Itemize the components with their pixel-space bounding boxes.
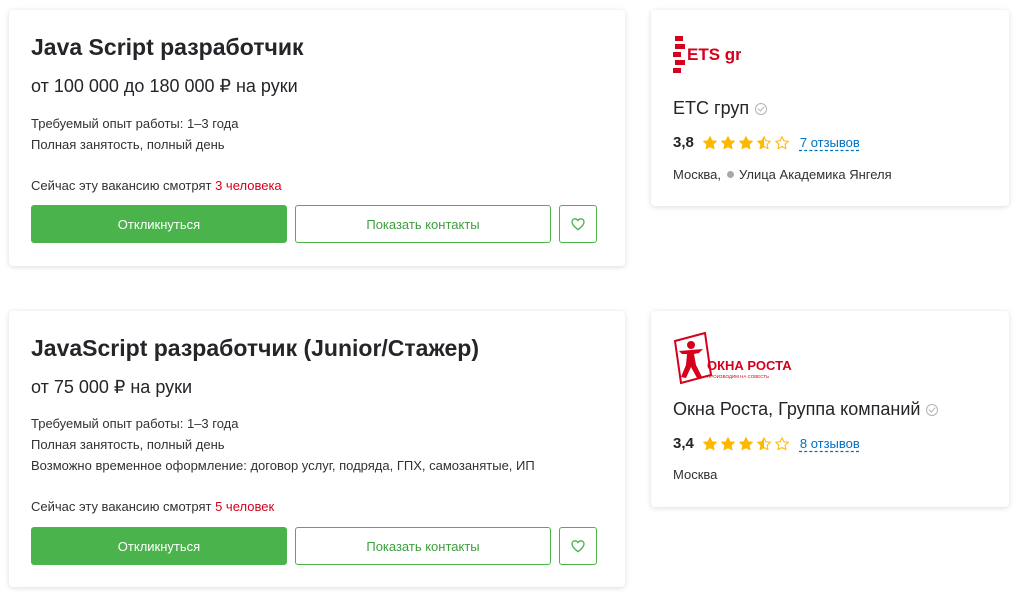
city-text: Москва, [673, 167, 721, 182]
star-full-icon [702, 135, 717, 149]
reviews-link[interactable]: 7 отзывов [800, 135, 860, 150]
star-half-icon [756, 436, 771, 450]
employment-text: Полная занятость, полный день [31, 437, 225, 452]
company-location: Москва, Улица Академика Янгеля [673, 167, 892, 182]
star-full-icon [738, 135, 753, 149]
ets-logo-icon: ETS group [673, 36, 773, 73]
apply-button[interactable]: Откликнуться [31, 527, 287, 565]
company-logo[interactable]: ОКНА РОСТА ПРОИЗВОДИМ НА СОВЕСТЬ [671, 329, 795, 392]
favorite-button[interactable] [559, 205, 597, 243]
rating-value: 3,4 [673, 435, 694, 452]
metro-text: Улица Академика Янгеля [739, 167, 892, 182]
company-rating: 3,4 8 отзывов [673, 435, 860, 452]
watching-prefix: Сейчас эту вакансию смотрят [31, 178, 216, 193]
company-rating: 3,8 7 отзывов [673, 134, 860, 151]
company-name[interactable]: Окна Роста, Группа компаний [673, 399, 939, 420]
heart-icon [571, 218, 585, 231]
watching-prefix: Сейчас эту вакансию смотрят [31, 499, 216, 514]
rating-value: 3,8 [673, 134, 694, 151]
star-full-icon [738, 436, 753, 450]
watching-count: 5 человек [215, 499, 275, 514]
star-empty-icon [774, 436, 789, 450]
vacancy-card: JavaScript разработчик (Junior/Стажер) о… [9, 311, 625, 587]
company-name-text[interactable]: ЕТС груп [673, 98, 749, 119]
okna-rosta-logo-icon: ОКНА РОСТА ПРОИЗВОДИМ НА СОВЕСТЬ [673, 331, 792, 385]
experience-text: Требуемый опыт работы: 1–3 года [31, 416, 239, 431]
logo-text: ОКНА РОСТА [707, 358, 792, 373]
star-half-icon [756, 135, 771, 149]
employment-text: Полная занятость, полный день [31, 137, 225, 152]
star-full-icon [720, 436, 735, 450]
star-full-icon [702, 436, 717, 450]
experience-text: Требуемый опыт работы: 1–3 года [31, 116, 239, 131]
employer-card: ОКНА РОСТА ПРОИЗВОДИМ НА СОВЕСТЬ Окна Ро… [651, 311, 1009, 507]
company-location: Москва [673, 467, 717, 482]
metro-icon [727, 171, 734, 178]
company-name-text[interactable]: Окна Роста, Группа компаний [673, 399, 920, 420]
vacancy-title[interactable]: Java Script разработчик [31, 34, 303, 61]
watching-text: Сейчас эту вакансию смотрят 5 человек [31, 499, 274, 514]
apply-button[interactable]: Откликнуться [31, 205, 287, 243]
verified-icon [755, 102, 768, 115]
verified-icon [926, 403, 939, 416]
logo-text: ETS group [687, 45, 741, 64]
company-logo[interactable]: ETS group [671, 30, 773, 91]
rating-stars [702, 135, 790, 151]
watching-count: 3 человека [215, 178, 282, 193]
rating-stars [702, 436, 790, 452]
show-contacts-button[interactable]: Показать контакты [295, 527, 551, 565]
star-empty-icon [774, 135, 789, 149]
logo-subtext: ПРОИЗВОДИМ НА СОВЕСТЬ [707, 374, 769, 379]
city-text: Москва [673, 467, 718, 482]
vacancy-details: Требуемый опыт работы: 1–3 года Полная з… [31, 413, 535, 476]
show-contacts-button[interactable]: Показать контакты [295, 205, 551, 243]
vacancy-title[interactable]: JavaScript разработчик (Junior/Стажер) [31, 335, 479, 362]
reviews-link[interactable]: 8 отзывов [800, 436, 860, 451]
company-name[interactable]: ЕТС груп [673, 98, 768, 119]
vacancy-salary: от 75 000 ₽ на руки [31, 377, 193, 397]
heart-icon [571, 540, 585, 553]
vacancy-details: Требуемый опыт работы: 1–3 года Полная з… [31, 113, 239, 155]
watching-text: Сейчас эту вакансию смотрят 3 человека [31, 178, 282, 193]
star-full-icon [720, 135, 735, 149]
employer-card: ETS group ЕТС груп 3,8 7 отзывов Москва,… [651, 10, 1009, 206]
vacancy-salary: от 100 000 до 180 000 ₽ на руки [31, 76, 298, 96]
vacancy-card: Java Script разработчик от 100 000 до 18… [9, 10, 625, 266]
favorite-button[interactable] [559, 527, 597, 565]
contract-text: Возможно временное оформление: договор у… [31, 458, 535, 473]
